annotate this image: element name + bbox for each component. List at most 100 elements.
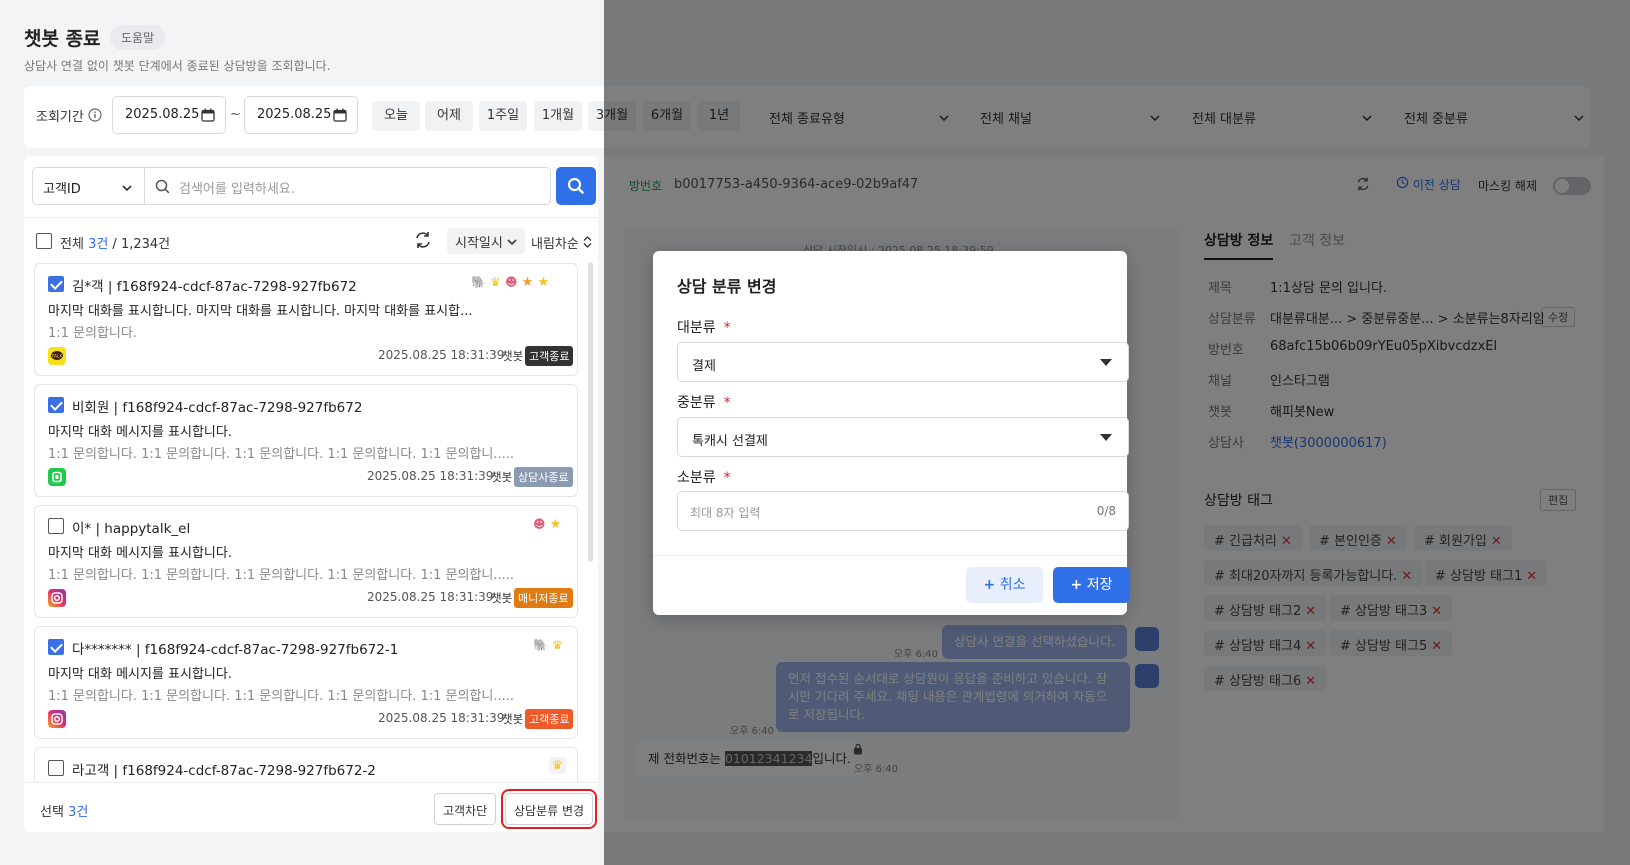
sort-field-dropdown[interactable]: 시작일시: [447, 228, 525, 254]
selected-label: 선택: [40, 805, 64, 820]
sort-field-value: 시작일시: [455, 236, 503, 251]
minor-category-input[interactable]: 최대 8자 입력 0/8: [677, 491, 1129, 531]
major-category-select[interactable]: 결제: [677, 342, 1129, 382]
date-from-input[interactable]: 2025.08.25: [112, 96, 226, 134]
item-date: 2025.08.25 18:31:39: [378, 711, 505, 725]
date-label: 조회기간: [36, 110, 84, 125]
list-item[interactable]: 김*객 | f168f924-cdcf-87ac-7298-927fb672 🐘…: [34, 263, 578, 376]
page-title: 챗봇 종료: [24, 28, 101, 50]
item-type: 챗봇: [502, 712, 524, 726]
crown-icon: ♛: [490, 275, 501, 289]
info-icon[interactable]: [88, 108, 102, 126]
item-title: 다******* | f168f924-cdcf-87ac-7298-927fb…: [72, 642, 399, 658]
item-date: 2025.08.25 18:31:39: [367, 590, 494, 604]
search-icon: [155, 179, 170, 198]
list-item[interactable]: 라고객 | f168f924-cdcf-87ac-7298-927fb672-2…: [34, 747, 578, 782]
selected-count: 선택 3건: [40, 801, 88, 820]
star-icon: ★: [537, 275, 550, 290]
chevron-down-icon: [507, 236, 517, 251]
item-last-message: 마지막 대화 메시지를 표시합니다.: [48, 546, 232, 561]
item-checkbox[interactable]: [48, 276, 64, 292]
sort-order-toggle[interactable]: 내림차순: [531, 233, 592, 252]
help-button[interactable]: 도움말: [110, 25, 166, 50]
elephant-icon: 🐘: [471, 275, 486, 289]
item-checkbox[interactable]: [48, 397, 64, 413]
middle-category-value: 톡캐시 선결제: [692, 434, 768, 449]
quick-month-button[interactable]: 1개월: [534, 101, 582, 131]
caret-down-icon: [1100, 434, 1112, 441]
item-title: 김*객 | f168f924-cdcf-87ac-7298-927fb672: [72, 279, 357, 295]
required-mark: *: [723, 470, 731, 486]
item-checkbox[interactable]: [48, 760, 64, 776]
item-title: 라고객 | f168f924-cdcf-87ac-7298-927fb672-2: [72, 763, 376, 779]
modal-title: 상담 분류 변경: [677, 277, 777, 296]
calendar-icon[interactable]: [201, 108, 215, 126]
status-badge: 매니저종료: [514, 588, 573, 608]
item-date: 2025.08.25 18:31:39: [378, 348, 505, 362]
item-date: 2025.08.25 18:31:39: [367, 469, 494, 483]
save-button[interactable]: + 저장: [1053, 567, 1130, 603]
quick-week-button[interactable]: 1주일: [479, 101, 527, 131]
item-last-message: 마지막 대화 메시지를 표시합니다.: [48, 667, 232, 682]
date-separator: ~: [230, 107, 241, 122]
list-count: 전체 3건 / 1,234건: [60, 233, 170, 252]
item-last-message: 마지막 대화 메시지를 표시합니다.: [48, 425, 232, 440]
item-last-message: 마지막 대화를 표시합니다. 마지막 대화를 표시합니다. 마지막 대화를 표시…: [48, 304, 473, 319]
selected-count-value: 3건: [68, 805, 89, 820]
search-button[interactable]: [556, 167, 596, 205]
item-icons: 🐘 ♛ ☻ ★ ★: [471, 275, 549, 290]
item-subject: 1:1 문의합니다.: [48, 326, 137, 341]
item-subject: 1:1 문의합니다. 1:1 문의합니다. 1:1 문의합니다. 1:1 문의합…: [48, 689, 515, 704]
list-item[interactable]: 이* | happytalk_el ☻ ★ 마지막 대화 메시지를 표시합니다.…: [34, 505, 578, 618]
minor-category-label: 소분류 *: [677, 467, 731, 487]
chevron-down-icon: [122, 182, 132, 197]
instagram-icon: [48, 710, 66, 728]
change-category-button[interactable]: 상담분류 변경: [500, 789, 598, 829]
star-icon: ★: [521, 275, 534, 290]
quick-today-button[interactable]: 오늘: [372, 101, 420, 131]
list-item[interactable]: 비회원 | f168f924-cdcf-87ac-7298-927fb672 마…: [34, 384, 578, 497]
date-to-value: 2025.08.25: [257, 107, 332, 122]
refresh-icon[interactable]: [413, 230, 437, 254]
line-icon: [48, 468, 66, 486]
svg-text:TALK: TALK: [51, 354, 64, 360]
face-icon: ☻: [505, 275, 518, 289]
list-item[interactable]: 다******* | f168f924-cdcf-87ac-7298-927fb…: [34, 626, 578, 739]
cancel-button[interactable]: + 취소: [966, 567, 1043, 603]
major-category-value: 결제: [692, 359, 716, 374]
item-type: 챗봇: [491, 591, 513, 605]
item-checkbox[interactable]: [48, 639, 64, 655]
middle-category-select[interactable]: 톡캐시 선결제: [677, 417, 1129, 457]
search-input[interactable]: 검색어를 입력하세요.: [145, 167, 551, 205]
block-customer-button[interactable]: 고객차단: [434, 793, 497, 825]
calendar-icon[interactable]: [333, 108, 347, 126]
quick-yesterday-button[interactable]: 어제: [425, 101, 473, 131]
search-field-select[interactable]: 고객ID: [32, 167, 145, 205]
char-counter: 0/8: [1096, 504, 1116, 518]
item-title: 비회원 | f168f924-cdcf-87ac-7298-927fb672: [72, 400, 363, 416]
kakaotalk-icon: TALK: [48, 347, 66, 365]
filtered-count: 3건: [88, 237, 109, 252]
elephant-icon: 🐘: [533, 638, 548, 652]
crown-icon: ♛: [552, 638, 563, 652]
required-mark: *: [723, 395, 731, 411]
major-category-label: 대분류 *: [677, 317, 731, 337]
middle-category-label-text: 중분류: [677, 395, 716, 411]
minor-category-placeholder: 최대 8자 입력: [690, 506, 761, 520]
date-to-input[interactable]: 2025.08.25: [244, 96, 358, 134]
status-badge: 고객종료: [525, 709, 574, 729]
item-checkbox[interactable]: [48, 518, 64, 534]
date-from-value: 2025.08.25: [125, 107, 200, 122]
page-description: 상담사 연결 없이 챗봇 단계에서 종료된 상담방을 조회합니다.: [24, 59, 331, 73]
select-all-checkbox[interactable]: [36, 233, 52, 249]
item-icons: ☻ ★: [533, 517, 561, 532]
cancel-label: 취소: [999, 577, 1026, 593]
search-placeholder: 검색어를 입력하세요.: [179, 182, 295, 197]
modal-divider: [653, 555, 1127, 556]
item-type: 챗봇: [502, 349, 524, 363]
caret-down-icon: [1100, 359, 1112, 366]
status-badge: 상담사종료: [514, 467, 573, 487]
search-icon: [567, 177, 585, 199]
list-scrollbar[interactable]: [588, 262, 593, 562]
status-badge: 고객종료: [525, 346, 574, 366]
